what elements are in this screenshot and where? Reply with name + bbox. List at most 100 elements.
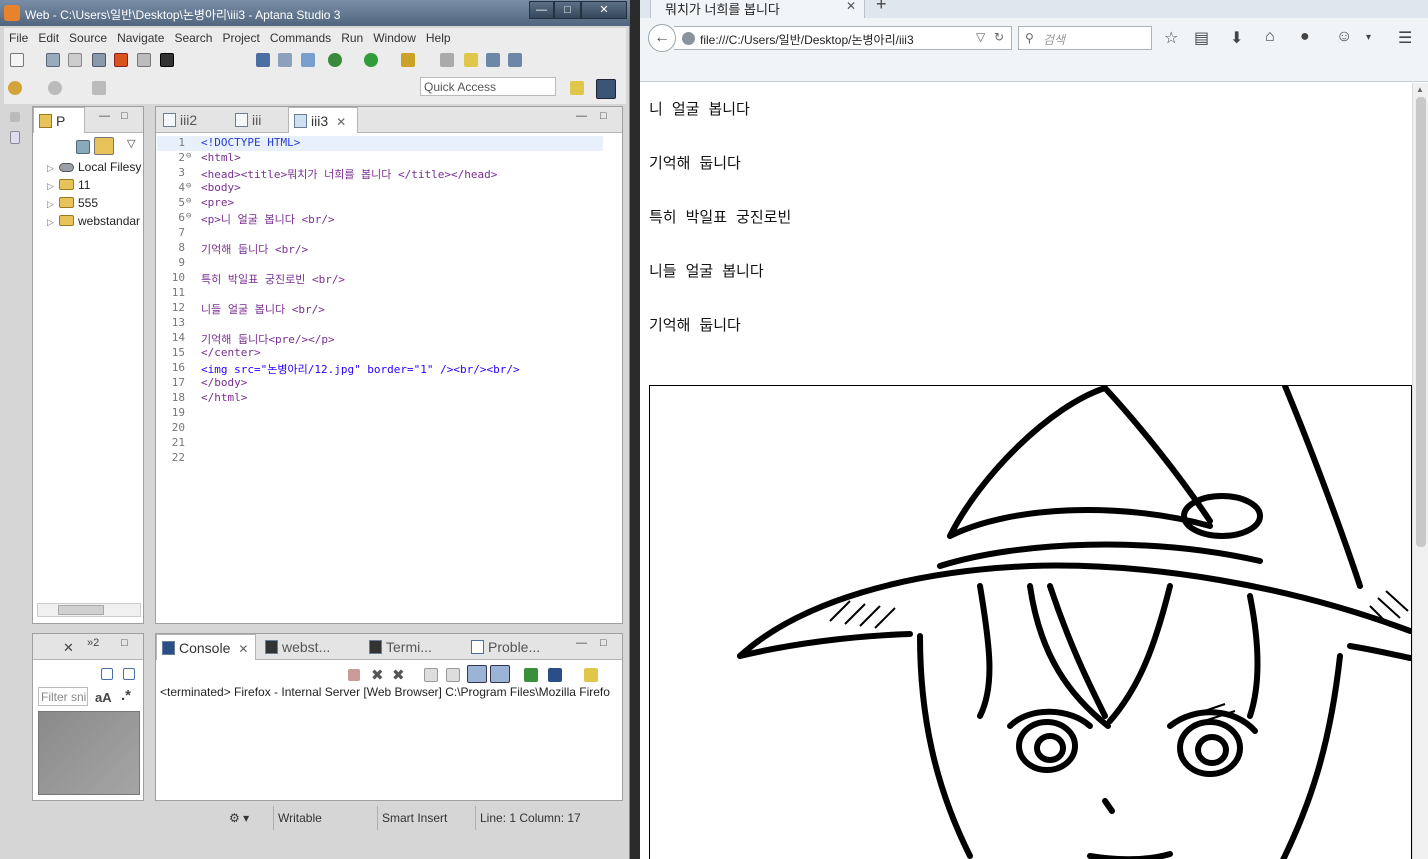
new-file-icon[interactable] (10, 53, 24, 67)
new-tab-button[interactable]: + (876, 0, 887, 15)
save-icon[interactable] (46, 53, 60, 67)
run-icon[interactable] (364, 53, 378, 67)
close-window-button[interactable]: ✕ (581, 1, 627, 19)
scroll-lock-icon[interactable] (446, 668, 460, 682)
close-tab-icon[interactable]: ✕ (846, 0, 856, 13)
bug-icon[interactable] (328, 53, 342, 67)
open-console-icon[interactable] (584, 668, 598, 682)
hamburger-menu-icon[interactable]: ☰ (1398, 28, 1412, 48)
ide-title-bar[interactable]: Web - C:\Users\일반\Desktop\논병아리\iii3 - Ap… (0, 0, 630, 26)
minimize-panel-icon[interactable]: — (99, 110, 110, 122)
terminate-icon[interactable] (348, 669, 360, 681)
maximize-button[interactable]: □ (554, 1, 581, 19)
collapse-icon[interactable] (101, 668, 113, 680)
tree-item-local-filesystem[interactable]: ▷ Local Filesy (47, 160, 141, 174)
scrollbar-thumb[interactable] (58, 605, 104, 615)
addon-dropdown-icon[interactable]: ▾ (1366, 32, 1371, 43)
minimize-button[interactable]: — (529, 1, 554, 19)
collapse-all-icon[interactable] (76, 140, 90, 154)
menu-commands[interactable]: Commands (265, 28, 336, 48)
more-views-icon[interactable]: »2 (87, 637, 99, 649)
external-tools-icon[interactable] (401, 53, 415, 67)
expand-arrow-icon[interactable]: ▷ (47, 199, 57, 210)
terminal-icon[interactable] (160, 53, 174, 67)
home-icon[interactable]: ⌂ (1265, 28, 1275, 46)
expand-arrow-icon[interactable]: ▷ (47, 217, 57, 228)
menu-search[interactable]: Search (169, 28, 217, 48)
search-input[interactable]: ⚲ 검색 (1018, 26, 1152, 50)
tree-item-555[interactable]: ▷ 555 (47, 196, 98, 210)
fold-toggle-icon[interactable]: ⊖ (186, 196, 191, 206)
download-icon[interactable]: ⬇ (1230, 28, 1243, 48)
pin-console-icon[interactable] (524, 668, 538, 682)
preview-icon[interactable] (137, 53, 151, 67)
browser-tab[interactable]: 뭐치가 너희를 봅니다 ✕ (650, 0, 865, 18)
save-all-icon[interactable] (68, 53, 82, 67)
reload-icon[interactable]: ↻ (994, 30, 1004, 44)
menu-window[interactable]: Window (368, 28, 421, 48)
expand-arrow-icon[interactable]: ▷ (47, 181, 57, 192)
fold-toggle-icon[interactable]: ⊖ (186, 151, 191, 161)
sync-icon[interactable] (301, 53, 315, 67)
code-line[interactable]: 1 <!DOCTYPE HTML> (157, 136, 603, 151)
menu-file[interactable]: File (4, 28, 33, 48)
tab-webstandard[interactable]: webst... (260, 634, 360, 660)
forward-arrow-icon[interactable] (48, 81, 62, 95)
maximize-console-icon[interactable]: □ (600, 637, 607, 649)
open-folder-icon[interactable] (440, 53, 454, 67)
tab-iii3[interactable]: iii3 ✕ (288, 107, 358, 133)
fold-toggle-icon[interactable]: ⊖ (186, 181, 191, 191)
deploy-icon[interactable] (278, 53, 292, 67)
addon-face-icon[interactable]: ☺ (1336, 28, 1352, 46)
show-on-error-icon[interactable] (490, 665, 510, 683)
url-bar[interactable]: file:///C:/Users/일반/Desktop/논병아리/iii3 ▽ … (674, 26, 1012, 50)
menu-edit[interactable]: Edit (33, 28, 64, 48)
tab-iii2[interactable]: iii2 (158, 107, 226, 133)
expand-arrow-icon[interactable]: ▷ (47, 163, 57, 174)
tree-item-webstandard[interactable]: ▷ webstandar (47, 214, 140, 228)
match-case-toggle[interactable]: aA (95, 690, 112, 705)
tab-console[interactable]: Console ✕ (156, 634, 256, 660)
web-perspective-icon[interactable] (596, 79, 616, 99)
dropdown-arrow-icon[interactable]: ▽ (976, 30, 985, 44)
snippet-filter-input[interactable]: Filter sni (38, 687, 88, 706)
code-editor[interactable]: 1 <!DOCTYPE HTML> 2 ⊖ <html> 3 <head><title>… (157, 134, 622, 624)
tab-problems[interactable]: Proble... (466, 634, 566, 660)
link-editor-icon[interactable] (94, 137, 114, 155)
close-snippets-icon[interactable]: ✕ (63, 640, 74, 656)
tab-terminal[interactable]: Termi... (364, 634, 464, 660)
last-edit-icon[interactable] (92, 81, 106, 95)
horizontal-scrollbar[interactable] (37, 603, 141, 617)
restore-icon[interactable] (10, 112, 20, 122)
pilcrow-icon[interactable] (508, 53, 522, 67)
fold-toggle-icon[interactable]: ⊖ (186, 211, 191, 221)
show-on-output-icon[interactable] (467, 665, 487, 683)
back-arrow-icon[interactable] (8, 81, 22, 95)
reading-list-icon[interactable]: ▤ (1194, 28, 1209, 48)
view-menu-icon[interactable]: ▽ (127, 137, 135, 150)
minimize-editor-icon[interactable]: — (576, 110, 587, 122)
maximize-editor-icon[interactable]: □ (600, 110, 607, 122)
menu-source[interactable]: Source (64, 28, 112, 48)
open-perspective-icon[interactable] (570, 81, 584, 95)
gear-icon[interactable]: ⚙ ▾ (225, 806, 273, 830)
close-tab-icon[interactable]: ✕ (336, 115, 346, 129)
tab-iii[interactable]: iii (230, 107, 288, 133)
menu-run[interactable]: Run (336, 28, 368, 48)
quick-access-field[interactable]: Quick Access (420, 77, 556, 96)
menu-project[interactable]: Project (217, 28, 264, 48)
file-icon[interactable] (10, 131, 20, 144)
back-button[interactable]: ← (648, 24, 676, 52)
regex-toggle[interactable]: .* (121, 687, 131, 704)
expand-icon[interactable] (123, 668, 135, 680)
outline-icon[interactable] (486, 53, 500, 67)
remove-launch-icon[interactable]: ✖ (371, 666, 384, 684)
scroll-up-arrow-icon[interactable]: ▲ (1416, 85, 1424, 94)
tree-item-11[interactable]: ▷ 11 (47, 178, 90, 192)
display-console-icon[interactable] (548, 668, 562, 682)
print-icon[interactable] (92, 53, 106, 67)
wand-icon[interactable] (464, 53, 478, 67)
menu-help[interactable]: Help (421, 28, 456, 48)
maximize-panel-icon[interactable]: □ (121, 110, 128, 122)
home-icon[interactable] (114, 53, 128, 67)
